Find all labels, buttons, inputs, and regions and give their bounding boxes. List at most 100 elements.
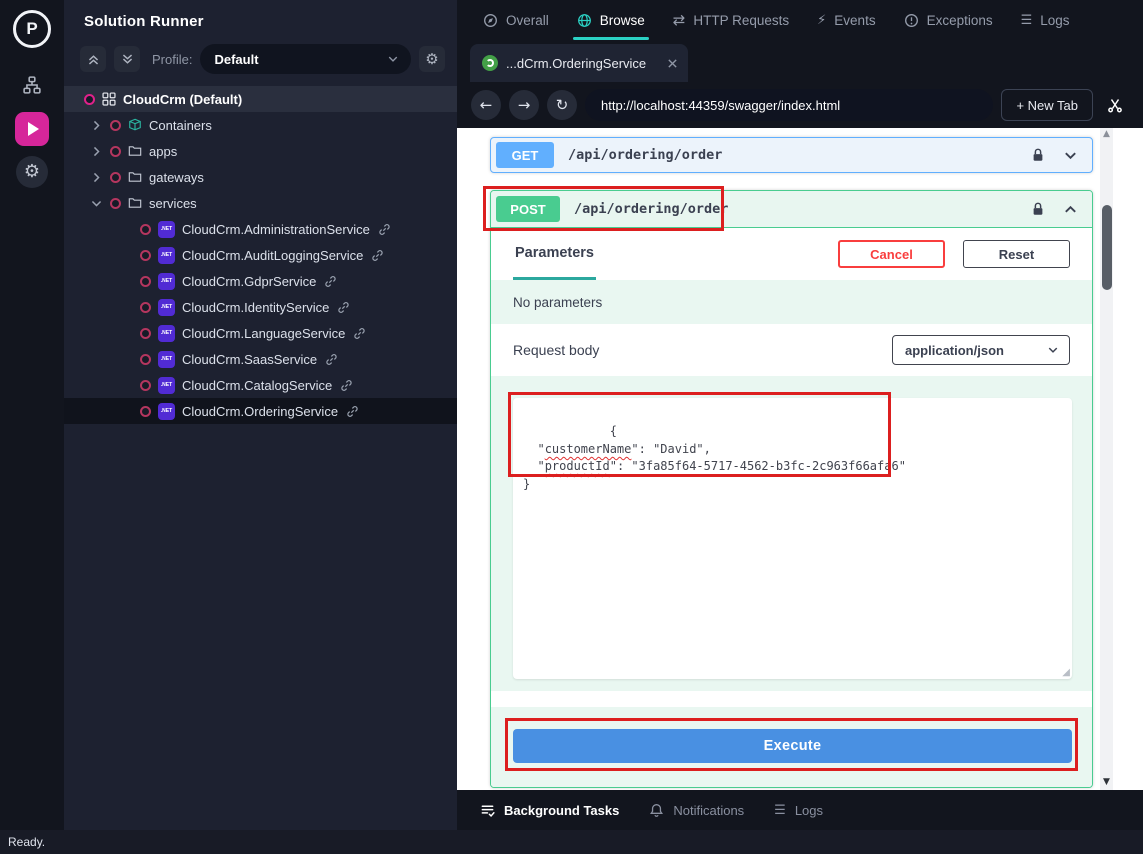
status-text: Ready. [8,835,45,849]
forward-button[interactable]: → [509,90,539,120]
scissors-icon[interactable] [1101,97,1129,113]
tree-item-service[interactable]: .NET CloudCrm.LanguageService [64,320,457,346]
link-icon[interactable] [371,249,384,262]
chevron-right-icon[interactable] [90,171,103,184]
status-dot-icon [84,94,95,105]
tree-item-service-selected[interactable]: .NET CloudCrm.OrderingService [64,398,457,424]
tree-item-apps[interactable]: apps [64,138,457,164]
scroll-up-icon[interactable]: ▲ [1100,130,1113,139]
double-chevron-down-icon [121,53,134,66]
close-tab-icon[interactable] [667,58,678,69]
reset-button[interactable]: Reset [963,240,1070,268]
tab-browse[interactable]: Browse [577,0,645,40]
url-input[interactable]: http://localhost:44359/swagger/index.htm… [585,89,993,121]
exclamation-circle-icon [904,13,919,28]
status-dot-icon [110,120,121,131]
resize-grip-icon[interactable]: ◢ [1062,668,1070,678]
link-icon[interactable] [378,223,391,236]
chevron-down-icon[interactable] [90,197,103,210]
dotnet-icon: .NET [158,247,175,264]
tree-item-label: services [149,196,197,211]
link-icon[interactable] [325,353,338,366]
content-type-select[interactable]: application/json [892,335,1070,365]
tree-item-service[interactable]: .NET CloudCrm.AuditLoggingService [64,242,457,268]
chevron-right-icon[interactable] [90,145,103,158]
back-button[interactable]: ← [471,90,501,120]
chevron-up-icon[interactable] [1063,202,1078,217]
vertical-scrollbar[interactable]: ▲ ▼ [1100,128,1113,790]
tree-item-label: apps [149,144,177,159]
link-icon[interactable] [346,405,359,418]
new-tab-button[interactable]: + New Tab [1001,89,1093,121]
status-dot-icon [140,224,151,235]
collapse-all-button[interactable] [80,46,106,72]
settings-button[interactable]: ⚙ [16,156,48,188]
lightning-icon: ⚡ [817,14,826,27]
bell-icon [649,803,664,818]
menu-lines-icon: ☰ [1021,14,1033,27]
tab-exceptions[interactable]: Exceptions [904,0,993,40]
opblock-post: POST /api/ordering/order Parameters Canc… [490,190,1093,788]
lock-icon[interactable] [1031,201,1045,217]
scroll-down-icon[interactable]: ▼ [1100,778,1113,787]
tree-item-label: CloudCrm.OrderingService [182,404,338,419]
link-icon[interactable] [340,379,353,392]
opblock-get[interactable]: GET /api/ordering/order [490,137,1093,173]
lock-icon[interactable] [1031,147,1045,163]
request-body-label: Request body [513,342,599,358]
tree-item-containers[interactable]: Containers [64,112,457,138]
activity-rail: P ⚙ [0,0,64,830]
status-bar: Ready. [0,830,1143,854]
tree-item-label: CloudCrm.GdprService [182,274,316,289]
refresh-button[interactable]: ↻ [547,90,577,120]
folder-icon [128,144,142,158]
tab-overall[interactable]: Overall [483,0,549,40]
browser-tab-title: ...dCrm.OrderingService [506,56,659,71]
section-divider [491,691,1092,707]
request-body-editor[interactable]: { "customerName": "David", "productId": … [513,398,1072,679]
logs-button[interactable]: ☰ Logs [774,803,823,818]
service-favicon-icon [482,55,498,71]
chevron-down-icon [1047,344,1059,356]
tree-item-label: CloudCrm.LanguageService [182,326,345,341]
tree-item-service[interactable]: .NET CloudCrm.IdentityService [64,294,457,320]
main-area: Overall Browse ⇄ HTTP Requests ⚡ Events … [457,0,1143,830]
tree-item-service[interactable]: .NET CloudCrm.CatalogService [64,372,457,398]
tab-events[interactable]: ⚡ Events [817,0,875,40]
tree-item-services[interactable]: services [64,190,457,216]
link-icon[interactable] [337,301,350,314]
folder-icon [128,196,142,210]
explorer-tree-icon[interactable] [15,68,49,102]
background-tasks-button[interactable]: Background Tasks [480,803,619,818]
endpoint-path: /api/ordering/order [568,147,1017,163]
tree-item-gateways[interactable]: gateways [64,164,457,190]
dotnet-icon: .NET [158,221,175,238]
status-dot-icon [140,302,151,313]
status-dot-icon [110,146,121,157]
chevron-down-icon[interactable] [1063,148,1078,163]
tree-item-label: CloudCrm (Default) [123,92,242,107]
tab-logs[interactable]: ☰ Logs [1021,0,1070,40]
tab-http-requests[interactable]: ⇄ HTTP Requests [673,0,789,40]
execute-button[interactable]: Execute [513,729,1072,763]
tree-item-label: CloudCrm.AuditLoggingService [182,248,363,263]
tree-item-solution-root[interactable]: CloudCrm (Default) [64,86,457,112]
expand-all-button[interactable] [114,46,140,72]
profile-settings-button[interactable]: ⚙ [419,46,445,72]
gear-icon: ⚙ [425,52,438,67]
notifications-button[interactable]: Notifications [649,803,744,818]
folder-icon [128,170,142,184]
browser-tab[interactable]: ...dCrm.OrderingService [470,44,688,82]
tree-item-service[interactable]: .NET CloudCrm.SaasService [64,346,457,372]
tree-item-service[interactable]: .NET CloudCrm.AdministrationService [64,216,457,242]
chevron-right-icon[interactable] [90,119,103,132]
run-button[interactable] [15,112,49,146]
cancel-button[interactable]: Cancel [838,240,945,268]
link-icon[interactable] [324,275,337,288]
profile-select[interactable]: Default [200,44,411,74]
tree-item-service[interactable]: .NET CloudCrm.GdprService [64,268,457,294]
opblock-post-header[interactable]: POST /api/ordering/order [491,191,1092,228]
tree-item-label: gateways [149,170,204,185]
link-icon[interactable] [353,327,366,340]
scrollbar-thumb[interactable] [1102,205,1112,290]
